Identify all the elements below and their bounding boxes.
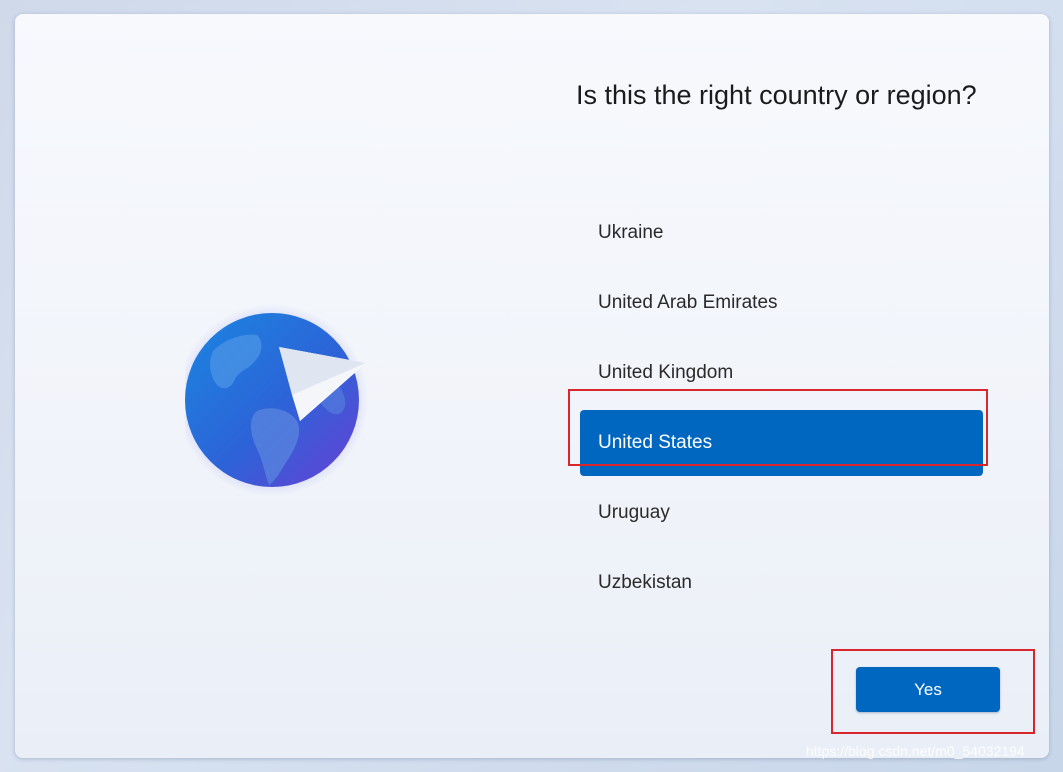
country-option-ukraine[interactable]: Ukraine <box>580 200 983 266</box>
page-title: Is this the right country or region? <box>576 80 977 110</box>
country-option-united-states[interactable]: United States <box>580 410 983 476</box>
country-option-uzbekistan[interactable]: Uzbekistan <box>580 550 983 616</box>
country-option-united-arab-emirates[interactable]: United Arab Emirates <box>580 270 983 336</box>
country-option-uruguay[interactable]: Uruguay <box>580 480 983 546</box>
globe-paper-plane-icon <box>185 299 385 499</box>
watermark-text: https://blog.csdn.net/m0_54032194 <box>806 743 1025 759</box>
yes-button[interactable]: Yes <box>856 667 1000 712</box>
oobe-window: Is this the right country or region? Ukr… <box>15 14 1049 758</box>
country-option-united-kingdom[interactable]: United Kingdom <box>580 340 983 406</box>
country-list[interactable]: Ukraine United Arab Emirates United King… <box>580 200 983 620</box>
